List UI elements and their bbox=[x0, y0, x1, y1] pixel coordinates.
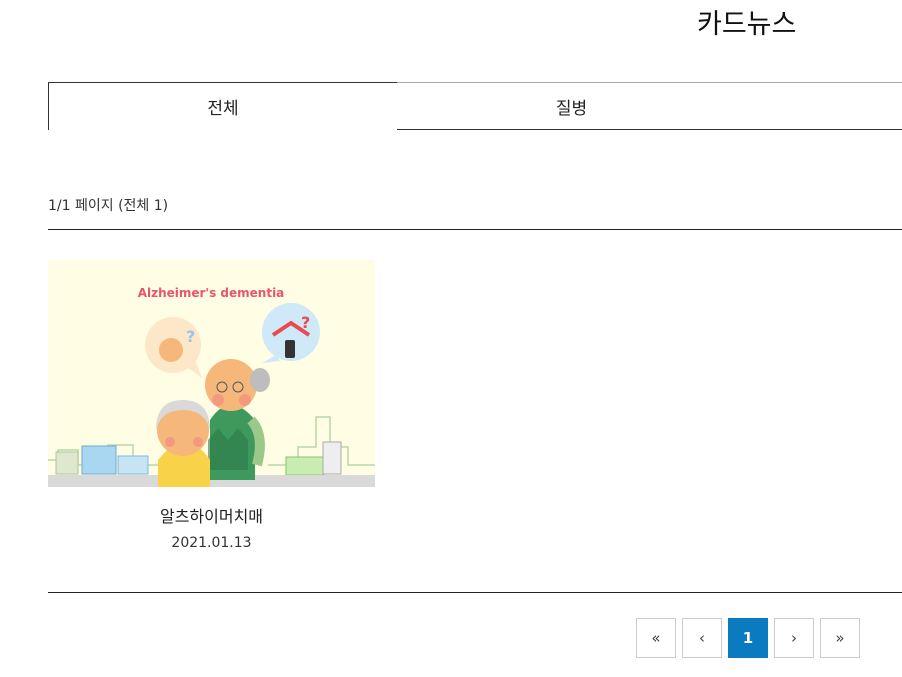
card-news-item[interactable]: Alzheimer's dementia ? ? 알츠하이머치매 2021.01… bbox=[48, 260, 375, 551]
last-page-button[interactable]: » bbox=[820, 618, 860, 658]
prev-page-button[interactable]: ‹ bbox=[682, 618, 722, 658]
page-info: 1/1 페이지 (전체 1) bbox=[48, 198, 169, 214]
page-1-button[interactable]: 1 bbox=[728, 618, 768, 658]
svg-text:?: ? bbox=[301, 313, 310, 332]
tab-all[interactable]: 전체 bbox=[48, 82, 398, 130]
card-thumbnail[interactable]: Alzheimer's dementia ? ? bbox=[48, 260, 375, 487]
double-chevron-left-icon: « bbox=[651, 629, 661, 647]
first-page-button[interactable]: « bbox=[636, 618, 676, 658]
card-title[interactable]: 알츠하이머치매 bbox=[48, 503, 375, 527]
tab-disease[interactable]: 질병 bbox=[397, 82, 747, 130]
list-top-divider bbox=[48, 229, 902, 230]
category-tabs: 전체 질병 bbox=[48, 82, 902, 131]
next-page-button[interactable]: › bbox=[774, 618, 814, 658]
double-chevron-right-icon: » bbox=[835, 629, 845, 647]
chevron-right-icon: › bbox=[791, 629, 797, 647]
page-title: 카드뉴스 bbox=[697, 9, 797, 40]
chevron-left-icon: ‹ bbox=[699, 629, 705, 647]
card-date: 2021.01.13 bbox=[171, 535, 252, 551]
tab-more[interactable] bbox=[746, 82, 902, 130]
svg-text:?: ? bbox=[186, 327, 195, 346]
list-bottom-divider bbox=[48, 592, 902, 593]
thumb-caption: Alzheimer's dementia bbox=[138, 286, 285, 300]
